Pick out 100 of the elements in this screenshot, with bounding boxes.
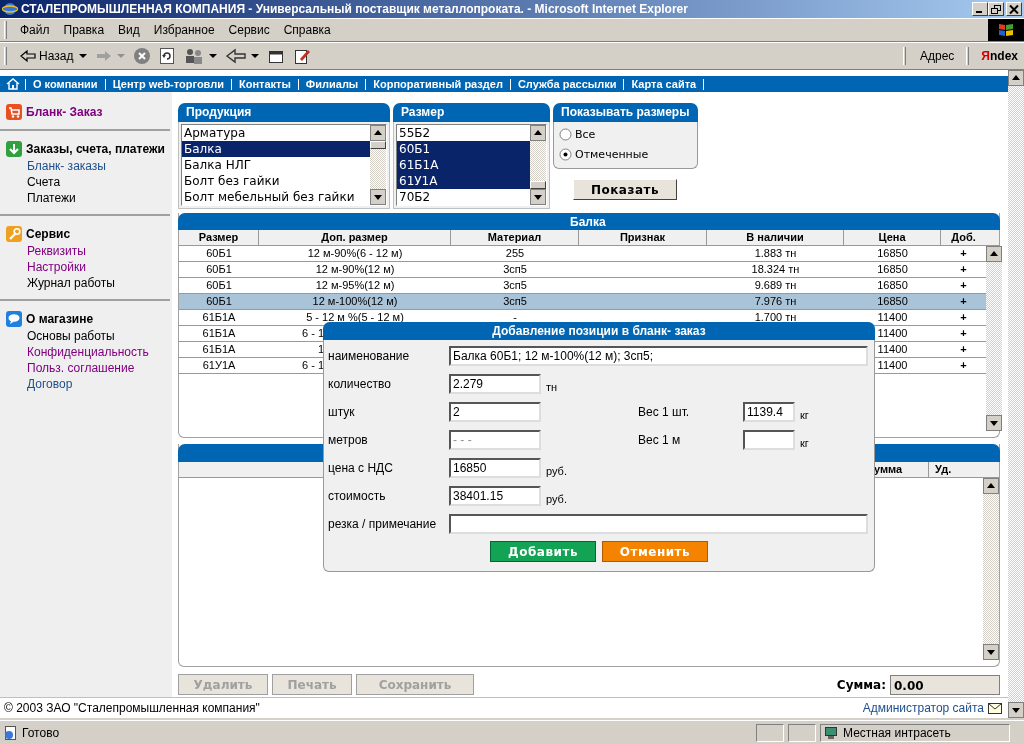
sidebar-link[interactable]: Реквизиты: [6, 243, 170, 259]
search-bar-label[interactable]: Яndex: [979, 49, 1024, 63]
menu-item[interactable]: Сервис: [221, 23, 277, 37]
nav-link[interactable]: Служба рассылки: [509, 78, 624, 90]
radio-button[interactable]: [559, 147, 572, 161]
sidebar-link[interactable]: Польз. соглашение: [6, 360, 170, 376]
column-header[interactable]: Признак: [579, 230, 707, 245]
nav-link[interactable]: Контакты: [231, 78, 298, 90]
menu-item[interactable]: Вид: [111, 23, 147, 37]
input-field[interactable]: 2: [449, 402, 541, 422]
list-box[interactable]: Арматура Балка Балка НЛГ Болт без гайки Болт мебельный без гайки: [181, 124, 387, 206]
input-field[interactable]: 16850: [449, 458, 541, 478]
nav-link[interactable]: Центр web-торговли: [104, 78, 231, 90]
section-heading[interactable]: О магазине: [26, 312, 94, 326]
add-button[interactable]: +: [960, 311, 967, 323]
column-header[interactable]: Материал: [451, 230, 579, 245]
nav-link[interactable]: Филиалы: [297, 78, 366, 90]
scroll-down-button[interactable]: [370, 189, 386, 205]
list-item[interactable]: Арматура: [182, 125, 370, 141]
scroll-up-button[interactable]: [530, 125, 546, 141]
envelope-icon[interactable]: [988, 702, 1002, 714]
minimize-button[interactable]: [972, 2, 988, 16]
scrollbar[interactable]: [370, 125, 386, 205]
nav-link[interactable]: Карта сайта: [623, 78, 704, 90]
section-heading[interactable]: Сервис: [26, 227, 71, 241]
scrollbar[interactable]: [983, 478, 999, 660]
refresh-icon[interactable]: [159, 47, 176, 65]
input-field[interactable]: Балка 60Б1; 12 м-100%(12 м); 3сп5;: [449, 346, 868, 366]
nav-link[interactable]: Корпоративный раздел: [365, 78, 510, 90]
column-header[interactable]: Размер: [179, 230, 259, 245]
menu-item[interactable]: Файл: [13, 23, 57, 37]
input-field[interactable]: 2.279: [449, 374, 541, 394]
stop-icon[interactable]: [133, 47, 152, 65]
arrows-icon[interactable]: [225, 47, 248, 65]
input-field[interactable]: 1139.4: [743, 402, 795, 422]
scroll-up-button[interactable]: [986, 246, 1002, 262]
scroll-down-button[interactable]: [1008, 702, 1024, 718]
column-header[interactable]: Цена: [844, 230, 941, 245]
sidebar-link[interactable]: Журнал работы: [6, 275, 170, 291]
add-button[interactable]: +: [960, 247, 967, 259]
close-button[interactable]: [1006, 2, 1022, 16]
list-item[interactable]: Балка НЛГ: [182, 157, 370, 173]
input-field[interactable]: - - -: [449, 430, 541, 450]
sidebar-link[interactable]: Счета: [6, 174, 170, 190]
table-row[interactable]: 60Б1 12 м-90%(12 м) 3сп5 18.324 тн 16850 +: [179, 262, 986, 278]
address-label[interactable]: Адрес: [916, 49, 959, 63]
input-field[interactable]: [449, 514, 868, 534]
list-item[interactable]: 61У1А: [397, 173, 530, 189]
scroll-down-button[interactable]: [983, 644, 999, 660]
sidebar-link[interactable]: Конфиденциальность: [6, 344, 170, 360]
radio-label[interactable]: Все: [575, 127, 596, 141]
scrollbar[interactable]: [986, 246, 1002, 431]
scrollbar[interactable]: [530, 125, 546, 205]
list-item[interactable]: 61Б1А: [397, 157, 530, 173]
back-button[interactable]: Назад: [17, 49, 76, 63]
radio-button[interactable]: [559, 127, 572, 141]
list-item[interactable]: Балка: [182, 141, 370, 157]
column-header[interactable]: Доп. размер: [259, 230, 451, 245]
add-button[interactable]: +: [960, 263, 967, 275]
scroll-up-button[interactable]: [1008, 70, 1024, 86]
section-heading[interactable]: Бланк- Заказ: [26, 105, 103, 119]
scroll-down-button[interactable]: [530, 189, 546, 205]
menu-item[interactable]: Правка: [56, 23, 112, 37]
scroll-down-button[interactable]: [986, 415, 1002, 431]
table-row[interactable]: 60Б1 12 м-100%(12 м) 3сп5 7.976 тн 16850 +: [179, 294, 986, 310]
sidebar-link[interactable]: Основы работы: [6, 328, 170, 344]
radio-label[interactable]: Отмеченные: [575, 147, 649, 161]
nav-link[interactable]: О компании: [25, 78, 105, 90]
column-header[interactable]: Доб.: [941, 230, 986, 245]
scrollbar[interactable]: [1008, 70, 1024, 718]
list-item[interactable]: 55Б2: [397, 125, 530, 141]
menu-item[interactable]: Избранное: [146, 23, 222, 37]
dropdown-caret-icon[interactable]: [251, 53, 260, 59]
dropdown-caret-icon[interactable]: [79, 53, 88, 59]
column-header[interactable]: В наличии: [707, 230, 844, 245]
dropdown-caret-icon[interactable]: [209, 53, 218, 59]
list-item[interactable]: Болт мебельный без гайки: [182, 189, 370, 205]
input-field[interactable]: [743, 430, 795, 450]
add-button[interactable]: +: [960, 279, 967, 291]
add-button[interactable]: +: [960, 295, 967, 307]
scroll-up-button[interactable]: [370, 125, 386, 141]
add-button[interactable]: +: [960, 359, 967, 371]
restore-button[interactable]: [988, 2, 1004, 16]
section-heading[interactable]: Заказы, счета, платежи: [26, 142, 165, 156]
list-item[interactable]: 60Б1: [397, 141, 530, 157]
scroll-up-button[interactable]: [983, 478, 999, 494]
table-row[interactable]: 60Б1 12 м-90%(6 - 12 м) 255 1.883 тн 16850 +: [179, 246, 986, 262]
sidebar-link[interactable]: Настройки: [6, 259, 170, 275]
list-item[interactable]: 70Б2: [397, 189, 530, 205]
add-button[interactable]: +: [960, 343, 967, 355]
home-icon[interactable]: [6, 78, 20, 90]
show-button[interactable]: Показать: [573, 179, 677, 200]
input-field[interactable]: 38401.15: [449, 486, 541, 506]
sidebar-link[interactable]: Бланк- заказы: [6, 158, 170, 174]
menu-item[interactable]: Справка: [276, 23, 338, 37]
list-box[interactable]: 55Б2 60Б1 61Б1А 61У1А 70Б2: [396, 124, 547, 206]
scroll-thumb[interactable]: [370, 141, 386, 149]
list-item[interactable]: Болт без гайки: [182, 173, 370, 189]
column-header[interactable]: Уд.: [929, 462, 986, 477]
scroll-thumb[interactable]: [530, 181, 546, 189]
